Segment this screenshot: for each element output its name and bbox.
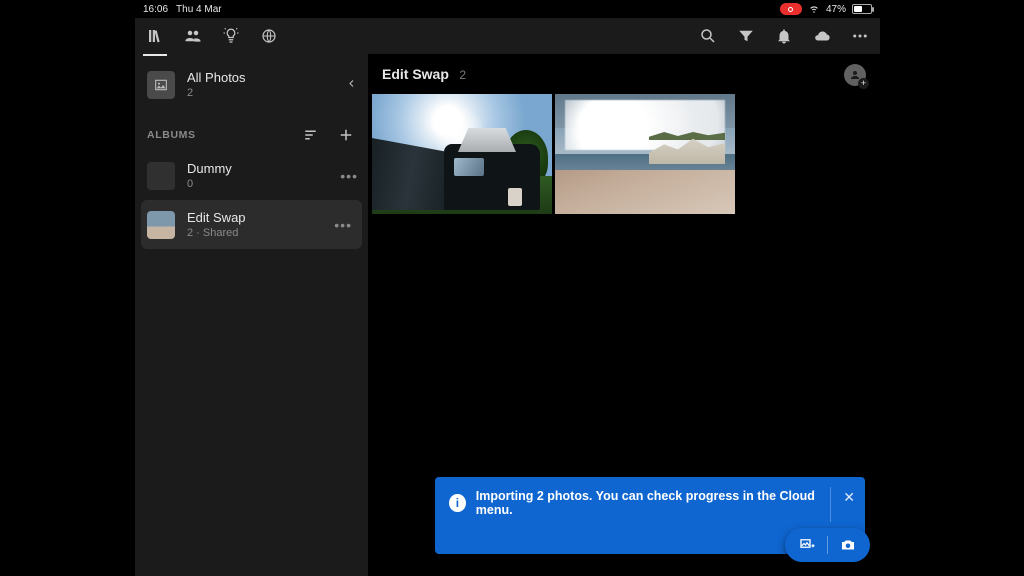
- top-toolbar: [135, 18, 880, 54]
- album-photo-count: 2: [459, 68, 466, 82]
- status-bar: 16:06 Thu 4 Mar 47%: [135, 0, 880, 18]
- camera-button[interactable]: [830, 528, 866, 562]
- notifications-icon[interactable]: [774, 26, 794, 46]
- search-icon[interactable]: [698, 26, 718, 46]
- sort-icon[interactable]: [302, 125, 322, 145]
- album-more-icon[interactable]: •••: [340, 168, 358, 184]
- web-tab-icon[interactable]: [259, 26, 279, 46]
- photo-thumbnail[interactable]: [555, 94, 735, 214]
- album-title: Edit Swap: [382, 66, 449, 82]
- album-name: Dummy: [187, 161, 232, 176]
- album-thumbnail: [147, 162, 175, 190]
- photo-thumbnail[interactable]: [372, 94, 552, 214]
- album-more-icon[interactable]: •••: [334, 217, 352, 233]
- album-subtitle: 0: [187, 178, 232, 190]
- toast-message: Importing 2 photos. You can check progre…: [476, 489, 829, 517]
- library-tab-icon[interactable]: [145, 26, 165, 46]
- more-icon[interactable]: [850, 26, 870, 46]
- all-photos-count: 2: [187, 87, 246, 99]
- info-icon: i: [449, 494, 466, 512]
- close-icon[interactable]: ✕: [843, 489, 855, 506]
- plus-badge-icon: +: [858, 78, 869, 89]
- add-photos-fab: [785, 528, 870, 562]
- all-photos-row[interactable]: All Photos 2: [135, 62, 368, 107]
- all-photos-label: All Photos: [187, 70, 246, 85]
- status-time: 16:06: [143, 4, 168, 15]
- add-album-icon[interactable]: [336, 125, 356, 145]
- album-name: Edit Swap: [187, 210, 246, 225]
- battery-percent: 47%: [826, 4, 846, 15]
- battery-icon: [852, 4, 872, 14]
- albums-header-label: ALBUMS: [147, 129, 196, 141]
- album-row-dummy[interactable]: Dummy 0 •••: [135, 151, 368, 200]
- image-icon: [147, 71, 175, 99]
- learn-tab-icon[interactable]: [221, 26, 241, 46]
- wifi-icon: [808, 2, 820, 17]
- chevron-left-icon[interactable]: [346, 77, 358, 92]
- people-tab-icon[interactable]: [183, 26, 203, 46]
- screen-recording-indicator[interactable]: [780, 3, 802, 15]
- sidebar: All Photos 2 ALBUMS: [135, 54, 368, 576]
- toast-view-button[interactable]: View: [449, 527, 829, 542]
- filter-icon[interactable]: [736, 26, 756, 46]
- import-photo-button[interactable]: [789, 528, 825, 562]
- album-thumbnail: [147, 211, 175, 239]
- album-row-edit-swap[interactable]: Edit Swap 2 · Shared •••: [141, 200, 362, 249]
- share-add-person-button[interactable]: +: [844, 64, 866, 86]
- album-subtitle: 2 · Shared: [187, 227, 246, 239]
- status-date: Thu 4 Mar: [176, 4, 222, 15]
- cloud-icon[interactable]: [812, 26, 832, 46]
